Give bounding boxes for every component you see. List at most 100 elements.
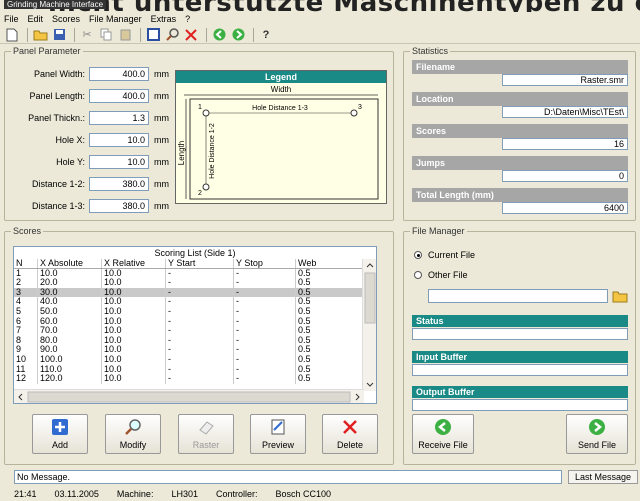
cut-icon[interactable]: ✂ [79, 27, 95, 43]
send-file-button[interactable]: Send File [566, 414, 628, 454]
preview-button[interactable]: Preview [250, 414, 306, 454]
add-icon [50, 417, 70, 437]
table-cell: - [234, 374, 296, 384]
toolbar-separator [27, 27, 28, 42]
paste-icon[interactable] [117, 27, 133, 43]
last-message-button[interactable]: Last Message [568, 470, 638, 484]
other-file-label: Other File [428, 270, 468, 280]
file-manager-group: File Manager Current File Other File Sta… [403, 226, 636, 465]
panel-thickness-input[interactable]: 1.3 [89, 111, 149, 125]
distance-13-input[interactable]: 380.0 [89, 199, 149, 213]
other-file-radio[interactable]: Other File [414, 270, 468, 280]
file-manager-title: File Manager [410, 226, 467, 236]
distance-12-input[interactable]: 380.0 [89, 177, 149, 191]
modify-label: Modify [119, 440, 147, 450]
table-header: N X Absolute X Relative Y Start Y Stop W… [14, 259, 376, 269]
table-cell: - [166, 278, 234, 288]
table-row[interactable]: 9 90.0 10.0- -0.5 [14, 345, 376, 355]
table-row[interactable]: 3 30.0 10.0- -0.5 [14, 287, 376, 298]
new-file-icon[interactable] [4, 27, 20, 43]
receive-file-button[interactable]: Receive File [412, 414, 474, 454]
menu-file-manager[interactable]: File Manager [89, 14, 142, 24]
hole-13-label: Hole Distance 1-3 [252, 105, 308, 112]
menu-scores[interactable]: Scores [52, 14, 80, 24]
scroll-thumb[interactable] [364, 272, 376, 324]
scroll-left-icon[interactable] [18, 393, 23, 401]
hole-y-row: Hole Y: 10.0 mm [9, 155, 169, 169]
column-header[interactable]: X Absolute [38, 259, 102, 268]
legend-diagram: Width Length 1 3 2 Hole Distance 1-3 Hol… [177, 85, 379, 200]
column-header[interactable]: Y Start [166, 259, 234, 268]
panel-width-input[interactable]: 400.0 [89, 67, 149, 81]
radio-dot[interactable] [414, 251, 422, 259]
hole-1-marker [202, 109, 210, 117]
browse-folder-icon[interactable] [612, 288, 628, 304]
menu-help[interactable]: ? [185, 14, 190, 24]
stat-total-length-label: Total Length (mm) [412, 188, 628, 202]
column-header[interactable]: X Relative [102, 259, 166, 268]
column-header[interactable]: Y Stop [234, 259, 296, 268]
save-icon[interactable] [51, 27, 67, 43]
machine-value: LH301 [171, 489, 198, 499]
table-row[interactable]: 12 120.0 10.0- -0.5 [14, 374, 376, 384]
vertical-scrollbar[interactable] [362, 259, 376, 391]
column-header[interactable]: Web [296, 259, 336, 268]
scroll-thumb[interactable] [27, 391, 351, 403]
toolbar: ✂ ? [0, 26, 640, 44]
horizontal-scrollbar[interactable] [14, 389, 364, 403]
delete-icon[interactable] [183, 27, 199, 43]
stat-filename-label: Filename [412, 60, 628, 74]
raster-icon [196, 417, 216, 437]
table-cell: 10.0 [38, 268, 102, 279]
send-file-label: Send File [577, 440, 617, 450]
hole-y-input[interactable]: 10.0 [89, 155, 149, 169]
scoring-list[interactable]: Scoring List (Side 1) N X Absolute X Rel… [13, 246, 377, 404]
unit-label: mm [154, 201, 169, 211]
scroll-right-icon[interactable] [355, 393, 360, 401]
table-row[interactable]: 7 70.0 10.0- -0.5 [14, 326, 376, 336]
copy-icon[interactable] [98, 27, 114, 43]
modify-button[interactable]: Modify [105, 414, 161, 454]
table-cell: - [166, 326, 234, 336]
stat-location-value: D:\Daten\Misc\TEst\ [502, 106, 628, 118]
table-row[interactable]: 10 100.0 10.0- -0.5 [14, 354, 376, 365]
table-row[interactable]: 4 40.0 10.0- -0.5 [14, 297, 376, 307]
delete-button[interactable]: Delete [322, 414, 378, 454]
toolbar-separator [140, 27, 141, 42]
menu-file[interactable]: File [4, 14, 19, 24]
other-file-path-input[interactable] [428, 289, 608, 303]
back-icon[interactable] [211, 27, 227, 43]
table-row[interactable]: 2 20.0 10.0- -0.5 [14, 278, 376, 288]
help-icon[interactable]: ? [258, 27, 274, 43]
panel-outline [189, 98, 379, 200]
input-buffer-label: Input Buffer [412, 351, 628, 363]
table-cell: 10.0 [102, 345, 166, 355]
table-row[interactable]: 5 50.0 10.0- -0.5 [14, 306, 376, 317]
table-row[interactable]: 11 110.0 10.0- -0.5 [14, 364, 376, 375]
menu-edit[interactable]: Edit [28, 14, 44, 24]
search-icon[interactable] [164, 27, 180, 43]
hole-2-marker [202, 183, 210, 191]
table-row[interactable]: 1 10.0 10.0- -0.5 [14, 268, 376, 279]
column-header[interactable]: N [14, 259, 38, 268]
scroll-up-icon[interactable] [366, 263, 374, 268]
forward-icon[interactable] [230, 27, 246, 43]
menu-extras[interactable]: Extras [151, 14, 177, 24]
scroll-down-icon[interactable] [366, 382, 374, 387]
legend-panel: Legend Width Length 1 3 2 Hole Distance … [175, 70, 387, 204]
panel-length-input[interactable]: 400.0 [89, 89, 149, 103]
output-buffer-value [412, 399, 628, 411]
add-button[interactable]: Add [32, 414, 88, 454]
hole-x-input[interactable]: 10.0 [89, 133, 149, 147]
distance-13-row: Distance 1-3: 380.0 mm [9, 199, 169, 213]
table-row[interactable]: 8 80.0 10.0- -0.5 [14, 335, 376, 346]
table-cell: 0.5 [298, 374, 311, 384]
current-file-radio[interactable]: Current File [414, 250, 475, 260]
table-row[interactable]: 6 60.0 10.0- -0.5 [14, 316, 376, 327]
open-folder-icon[interactable] [32, 27, 48, 43]
window-icon[interactable] [145, 27, 161, 43]
radio-dot[interactable] [414, 271, 422, 279]
title-banner: nicht unterstützte Maschinentypen zu erw… [0, 0, 640, 12]
raster-button[interactable]: Raster [178, 414, 234, 454]
table-cell: 10.0 [102, 268, 166, 279]
